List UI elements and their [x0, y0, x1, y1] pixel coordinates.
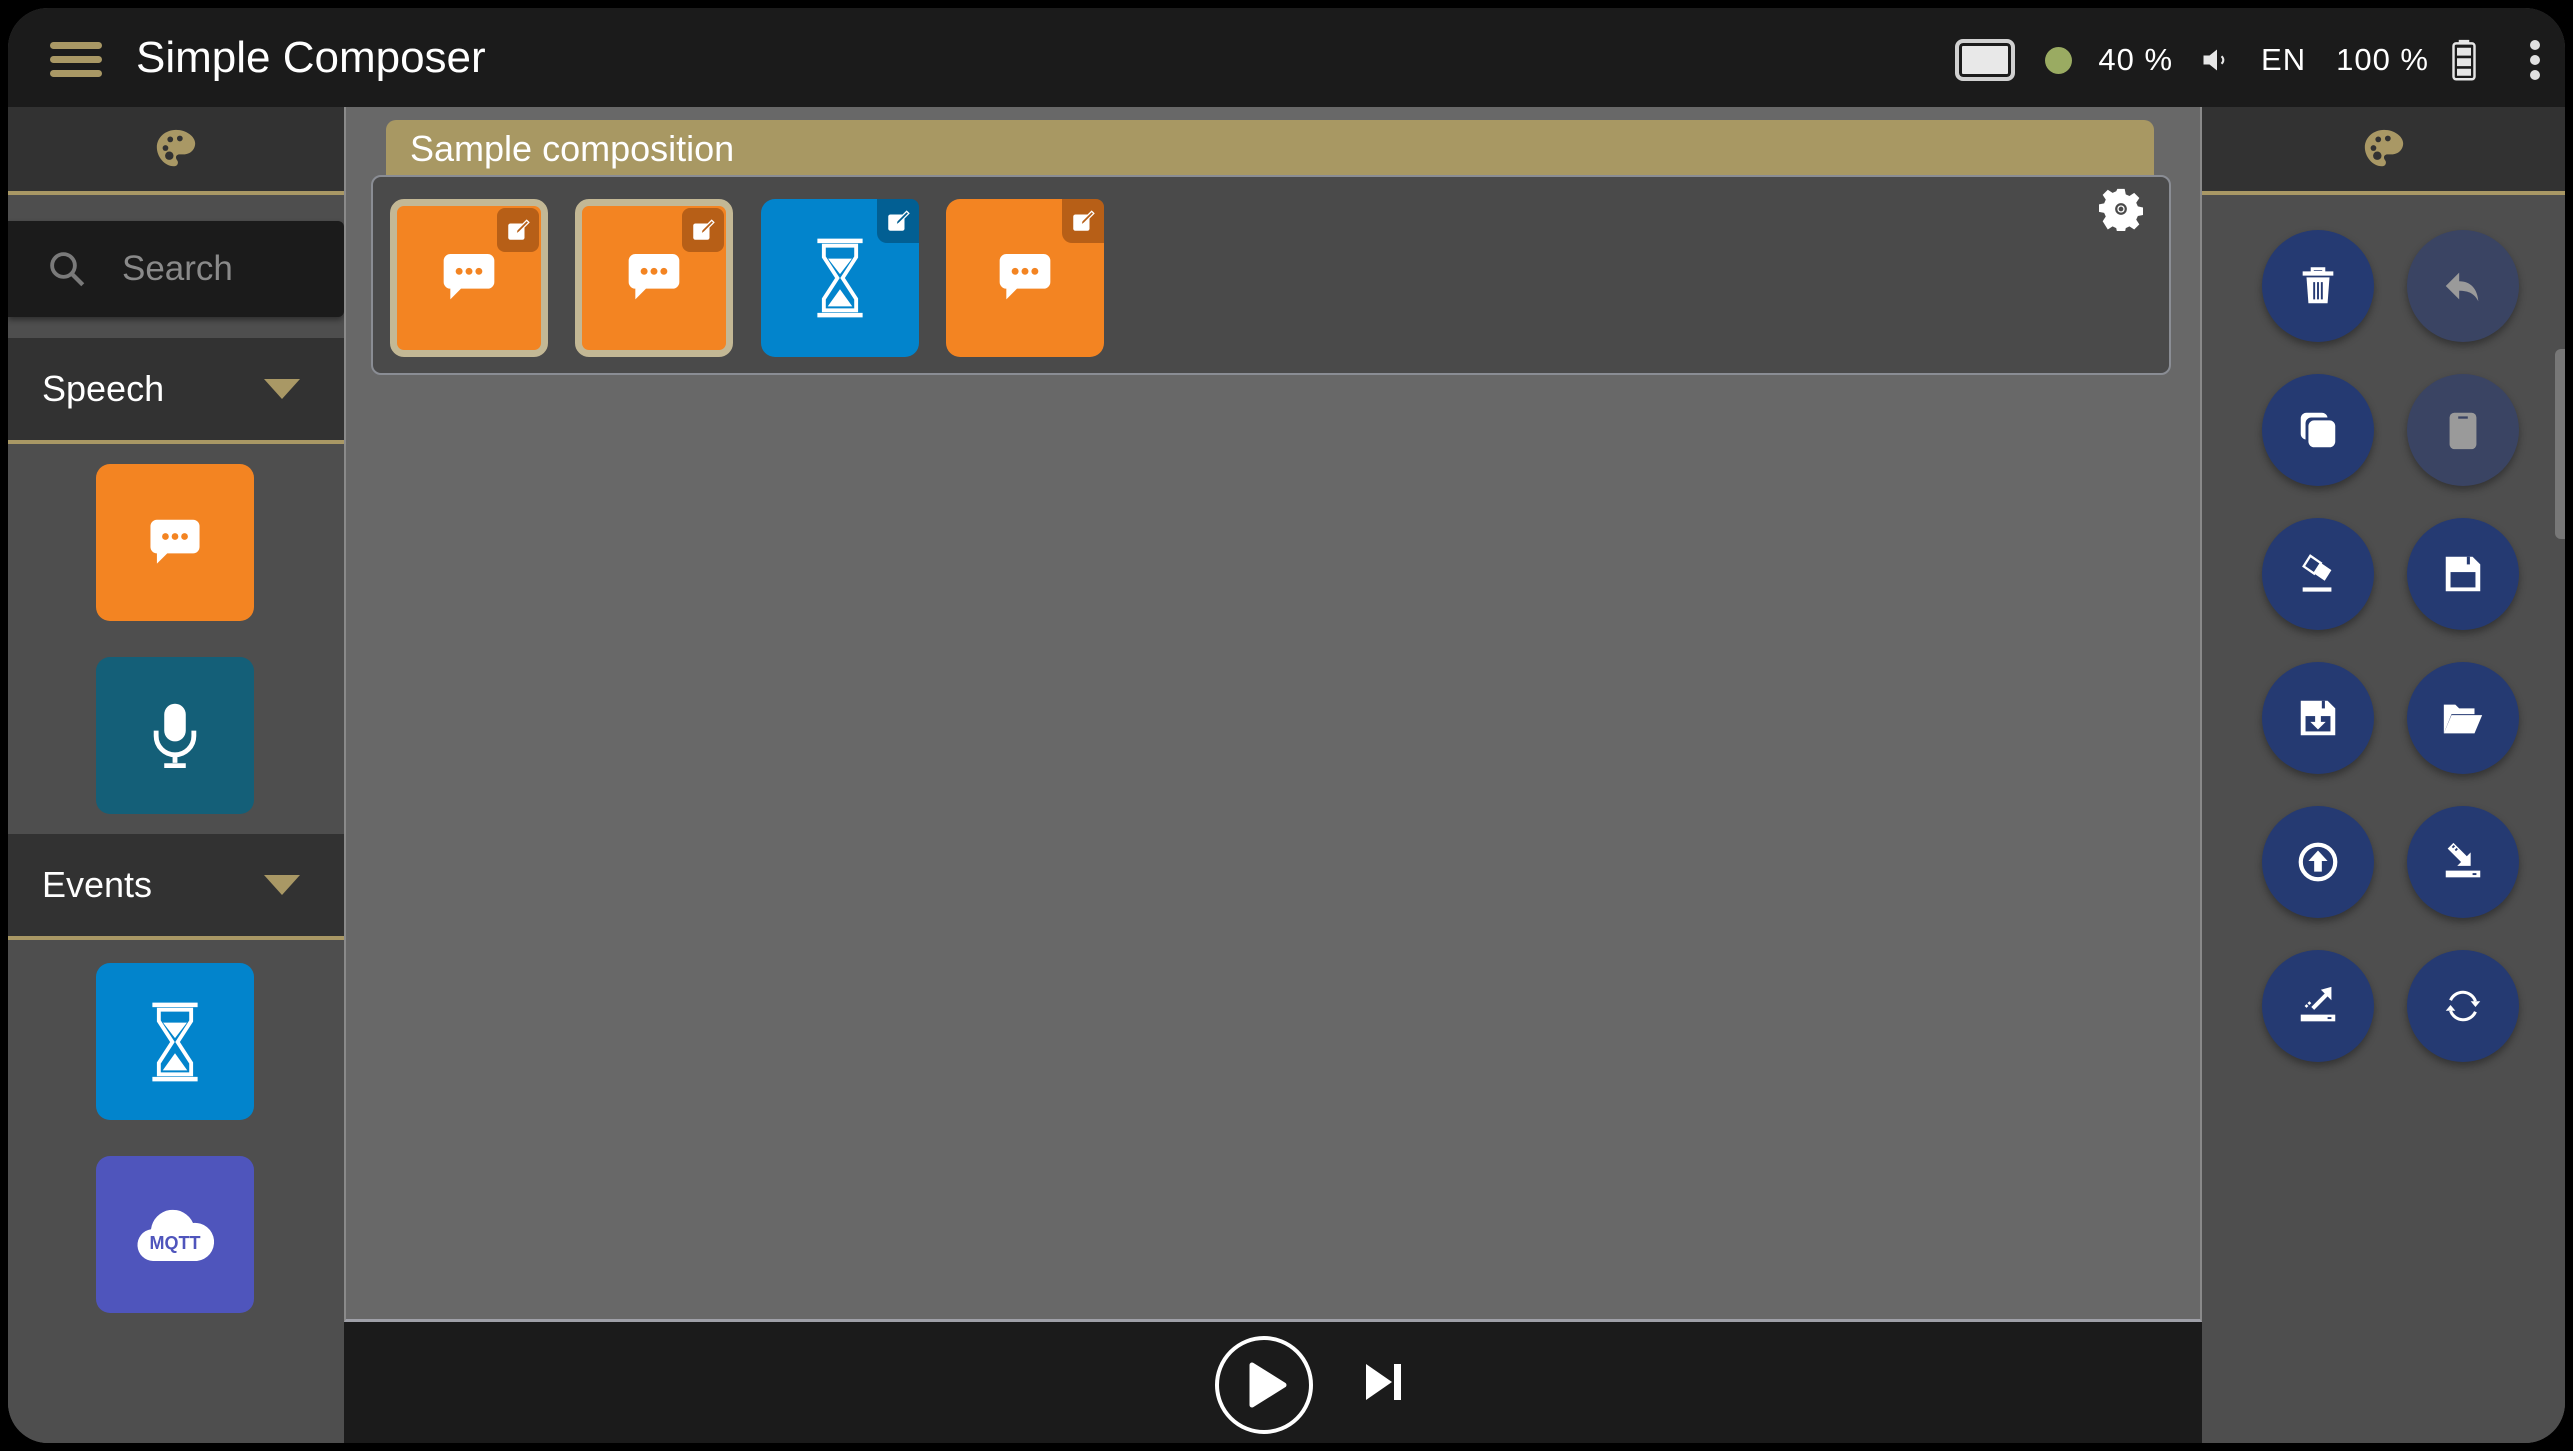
- composition-title[interactable]: Sample composition: [386, 120, 2154, 178]
- composition-block[interactable]: [575, 199, 733, 357]
- open-button[interactable]: [2407, 662, 2519, 774]
- category-events-header[interactable]: Events: [8, 834, 344, 940]
- more-vert-icon[interactable]: [2529, 40, 2541, 80]
- palette-block-mqtt[interactable]: MQTT: [96, 1156, 254, 1313]
- paste-button[interactable]: [2407, 374, 2519, 486]
- composition-block[interactable]: [761, 199, 919, 357]
- scrollbar[interactable]: [2555, 349, 2565, 539]
- gear-icon[interactable]: [2099, 187, 2143, 231]
- edit-icon: [888, 210, 910, 231]
- chevron-down-icon[interactable]: [264, 875, 300, 895]
- category-label: Speech: [42, 368, 165, 409]
- edit-block-button[interactable]: [877, 199, 919, 243]
- export-icon: [2300, 986, 2336, 1022]
- eraser-icon: [2302, 554, 2332, 592]
- edit-block-button[interactable]: [1062, 199, 1104, 243]
- floppy-icon: [2445, 556, 2481, 592]
- category-speech-header[interactable]: Speech: [8, 338, 344, 444]
- top-bar: Simple Composer 40 % EN 100 %: [8, 8, 2565, 107]
- microphone-icon: [153, 703, 197, 768]
- edit-block-button[interactable]: [497, 208, 539, 252]
- battery-icon: [2452, 39, 2476, 81]
- speaker-icon[interactable]: [2199, 42, 2235, 78]
- export-button[interactable]: [2262, 950, 2374, 1062]
- palette-block-say[interactable]: [96, 464, 254, 621]
- clipboard-icon: [2449, 412, 2477, 450]
- edit-icon: [1073, 210, 1095, 231]
- language-indicator[interactable]: EN: [2261, 42, 2306, 78]
- sync-button[interactable]: [2407, 950, 2519, 1062]
- composition-block-strip: [371, 175, 2171, 375]
- speech-bubble-icon: [150, 519, 200, 564]
- delete-button[interactable]: [2262, 230, 2374, 342]
- screen-icon[interactable]: [1955, 39, 2016, 81]
- palette-header: [8, 107, 344, 195]
- composition-block[interactable]: [946, 199, 1104, 357]
- folder-open-icon: [2443, 704, 2483, 734]
- speech-bubble-icon: [999, 254, 1051, 300]
- volume-level: 40 %: [2098, 42, 2174, 77]
- play-circle-icon[interactable]: [1214, 1335, 1314, 1435]
- search-bar: [8, 221, 344, 317]
- category-label: Events: [42, 864, 153, 905]
- app-window: Simple Composer 40 % EN 100 % Search Spe…: [8, 8, 2565, 1443]
- floppy-download-icon: [2300, 700, 2336, 736]
- connection-status-dot: [2045, 46, 2073, 74]
- edit-block-button[interactable]: [682, 208, 724, 252]
- import-icon: [2445, 842, 2481, 878]
- trash-icon: [2302, 267, 2334, 304]
- edit-icon: [508, 219, 530, 240]
- search-icon: [50, 252, 85, 287]
- clear-button[interactable]: [2262, 518, 2374, 630]
- copy-icon: [2300, 412, 2336, 448]
- undo-button[interactable]: [2407, 230, 2519, 342]
- hourglass-icon: [817, 238, 863, 318]
- save-button[interactable]: [2407, 518, 2519, 630]
- status-bar: 40 % EN 100 %: [1955, 32, 2541, 88]
- sync-icon: [2445, 990, 2481, 1022]
- composition-block[interactable]: [390, 199, 548, 357]
- hamburger-menu-icon[interactable]: [50, 42, 102, 78]
- block-palette-sidebar: Speech Events: [8, 107, 344, 1443]
- search-input[interactable]: [122, 249, 322, 289]
- palette-block-wait[interactable]: [96, 963, 254, 1120]
- palette-icon[interactable]: [2361, 126, 2407, 172]
- battery-level: 100 %: [2336, 42, 2429, 77]
- import-button[interactable]: [2407, 806, 2519, 918]
- undo-icon: [2445, 272, 2479, 302]
- player-bar: [344, 1322, 2202, 1443]
- mqtt-label: MQTT: [150, 1233, 201, 1253]
- upload-button[interactable]: [2262, 806, 2374, 918]
- save-as-button[interactable]: [2262, 662, 2374, 774]
- composition-canvas: Sample composition: [344, 107, 2202, 1322]
- app-title: Simple Composer: [136, 33, 486, 82]
- mqtt-cloud-icon: MQTT: [137, 1209, 215, 1261]
- palette-icon[interactable]: [153, 126, 199, 172]
- actions-sidebar: [2202, 107, 2565, 1443]
- upload-circle-icon: [2298, 842, 2338, 882]
- palette-block-listen[interactable]: [96, 657, 254, 814]
- hourglass-icon: [152, 1002, 198, 1081]
- palette-header: [2202, 107, 2565, 195]
- speech-bubble-icon: [443, 254, 495, 300]
- chevron-down-icon[interactable]: [264, 379, 300, 399]
- copy-button[interactable]: [2262, 374, 2374, 486]
- speech-bubble-icon: [628, 254, 680, 300]
- skip-next-icon[interactable]: [1364, 1360, 1404, 1404]
- edit-icon: [693, 219, 715, 240]
